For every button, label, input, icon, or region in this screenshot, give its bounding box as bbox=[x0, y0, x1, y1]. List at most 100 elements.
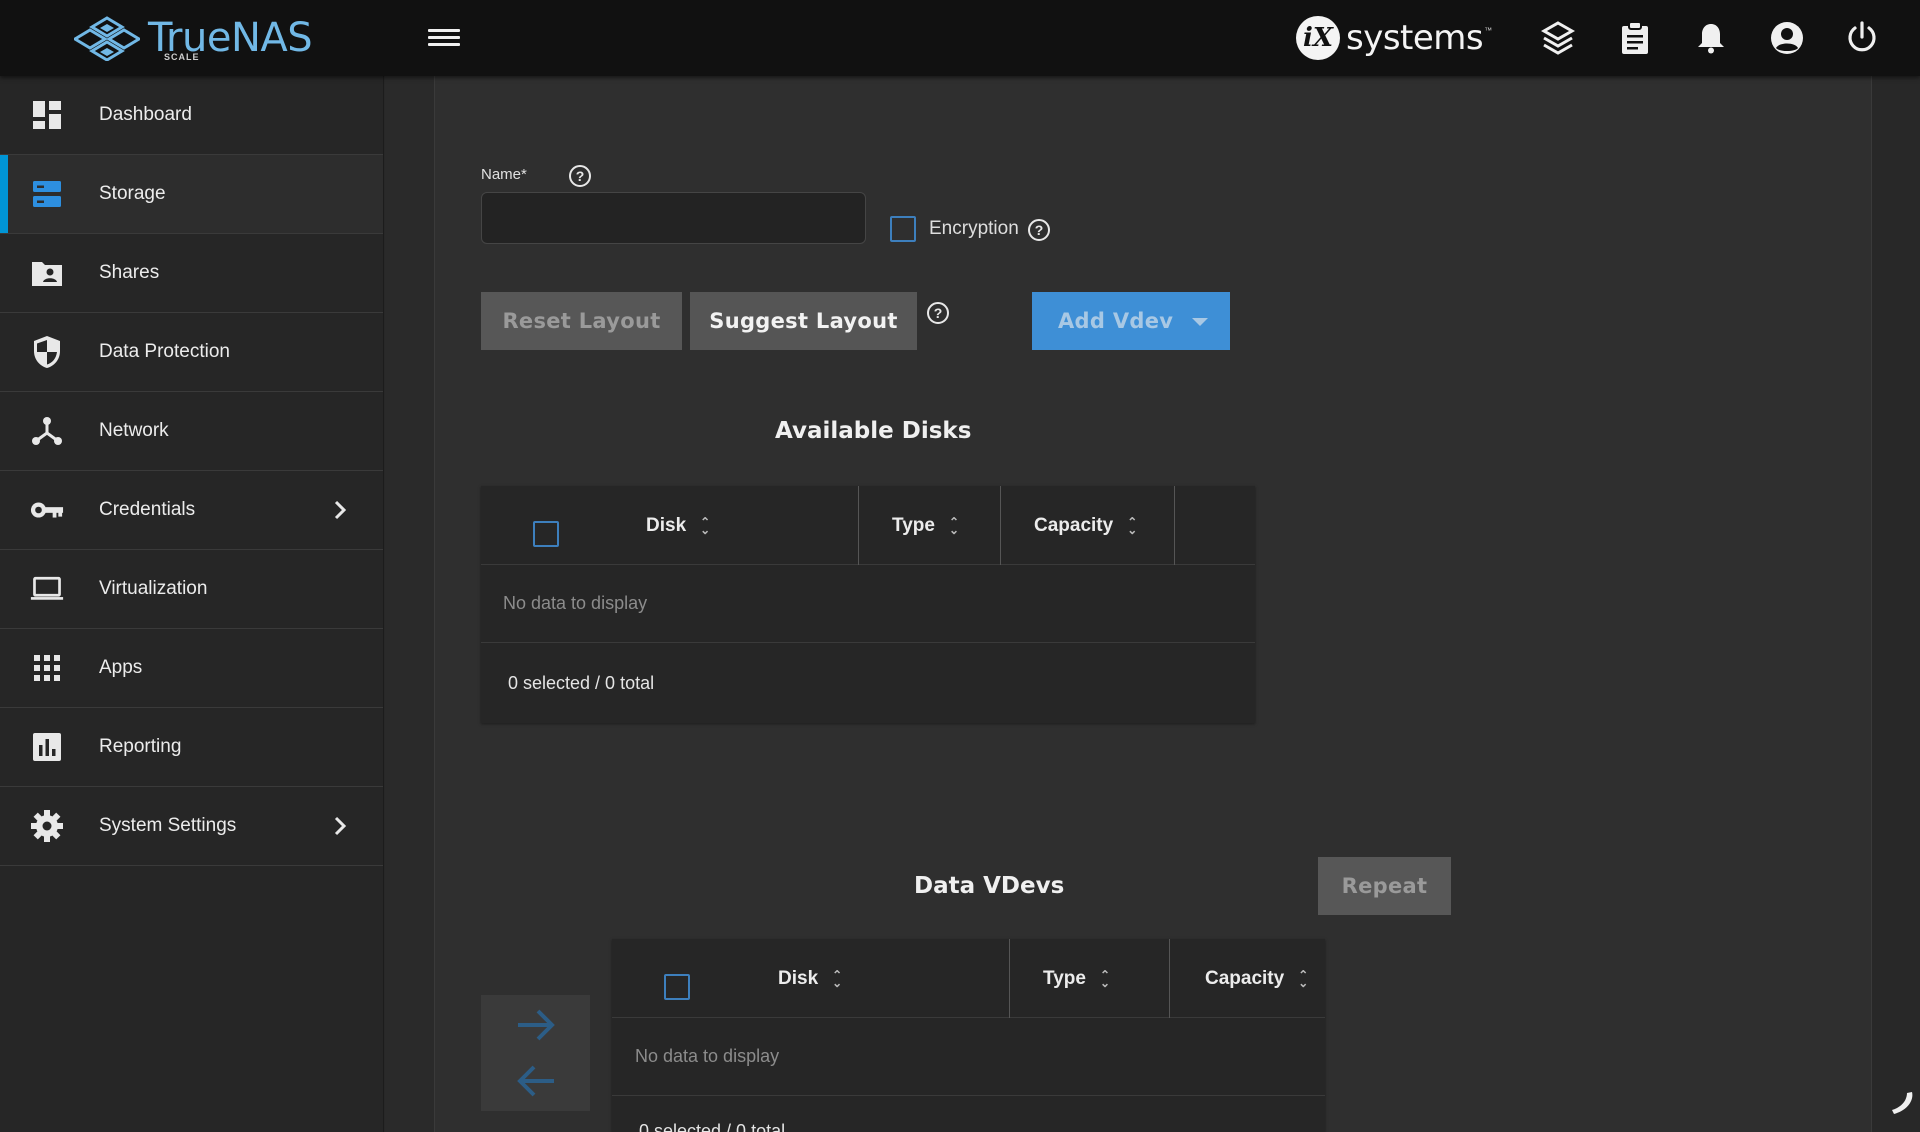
phone-icon[interactable] bbox=[1890, 1090, 1916, 1116]
available-disks-table: Disk ⌃ ⌄ Type ⌃ ⌄ Capacity ⌃ ⌄ No data to d… bbox=[481, 486, 1255, 723]
chevron-right-icon bbox=[334, 500, 347, 520]
dashboard-icon bbox=[30, 98, 64, 132]
sidebar-item-apps[interactable]: Apps bbox=[0, 629, 383, 708]
sidebar-item-label: Credentials bbox=[99, 499, 196, 520]
sidebar-item-label: Network bbox=[99, 420, 169, 441]
truenas-mark-icon bbox=[74, 16, 140, 61]
sidebar-item-label: Shares bbox=[99, 262, 160, 283]
sidebar-item-label: System Settings bbox=[99, 815, 237, 836]
sort-icon: ⌃ ⌄ bbox=[832, 967, 843, 990]
help-icon[interactable]: ? bbox=[927, 302, 949, 324]
ix-badge: iX bbox=[1296, 16, 1340, 60]
sidebar: Dashboard Storage Shares Data Protection… bbox=[0, 76, 384, 1132]
repeat-button[interactable]: Repeat bbox=[1318, 857, 1451, 915]
arrow-right-icon[interactable] bbox=[514, 1005, 558, 1045]
data-vdevs-title: Data VDevs bbox=[914, 873, 1065, 899]
column-label: Capacity bbox=[1205, 967, 1285, 989]
sort-icon: ⌃ ⌄ bbox=[1127, 514, 1138, 537]
sidebar-item-label: Data Protection bbox=[99, 341, 230, 362]
encryption-checkbox[interactable] bbox=[890, 216, 916, 242]
sort-icon: ⌃ ⌄ bbox=[700, 514, 711, 537]
account-icon[interactable] bbox=[1768, 19, 1806, 57]
logo-edition: SCALE bbox=[164, 52, 200, 62]
apps-grid-icon bbox=[30, 651, 64, 685]
help-icon[interactable]: ? bbox=[1028, 219, 1050, 241]
column-label: Capacity bbox=[1034, 514, 1114, 536]
shares-icon bbox=[30, 256, 64, 290]
move-disks-control bbox=[481, 995, 590, 1111]
top-bar: TrueNAS SCALE iX systems ™ bbox=[0, 0, 1920, 76]
right-rail bbox=[1873, 76, 1920, 1132]
bell-icon[interactable] bbox=[1692, 19, 1730, 57]
clipboard-icon[interactable] bbox=[1616, 19, 1654, 57]
gear-icon bbox=[30, 809, 64, 843]
empty-message: No data to display bbox=[635, 1046, 780, 1066]
select-all-checkbox[interactable] bbox=[533, 521, 559, 547]
ixsystems-logo[interactable]: iX systems ™ bbox=[1296, 14, 1492, 62]
selection-count: 0 selected / 0 total bbox=[639, 1121, 786, 1132]
chevron-right-icon bbox=[334, 816, 347, 836]
column-label: Disk bbox=[778, 967, 819, 989]
empty-row: No data to display bbox=[612, 1018, 1325, 1096]
sidebar-item-shares[interactable]: Shares bbox=[0, 234, 383, 313]
sidebar-item-storage[interactable]: Storage bbox=[0, 155, 383, 234]
key-icon bbox=[30, 493, 64, 527]
encryption-label: Encryption bbox=[929, 218, 1019, 239]
select-all-checkbox[interactable] bbox=[664, 974, 690, 1000]
sidebar-item-label: Dashboard bbox=[99, 104, 192, 125]
selection-count: 0 selected / 0 total bbox=[508, 672, 655, 693]
sidebar-item-data-protection[interactable]: Data Protection bbox=[0, 313, 383, 392]
arrow-left-icon[interactable] bbox=[514, 1061, 558, 1101]
sort-icon: ⌃ ⌄ bbox=[1298, 967, 1309, 990]
ix-text: systems bbox=[1346, 18, 1484, 58]
suggest-layout-button[interactable]: Suggest Layout bbox=[690, 292, 917, 350]
ix-trademark: ™ bbox=[1484, 25, 1493, 35]
sidebar-item-label: Reporting bbox=[99, 736, 182, 757]
sidebar-item-label: Storage bbox=[99, 183, 166, 204]
column-header-type[interactable]: Type ⌃ ⌄ bbox=[892, 486, 959, 565]
sort-icon: ⌃ ⌄ bbox=[948, 514, 959, 537]
hamburger-icon[interactable] bbox=[428, 25, 460, 51]
add-vdev-label: Add Vdev bbox=[1058, 309, 1174, 333]
reset-layout-button[interactable]: Reset Layout bbox=[481, 292, 682, 350]
data-vdevs-table: Disk ⌃ ⌄ Type ⌃ ⌄ Capacity ⌃ ⌄ No data to d… bbox=[612, 939, 1325, 1132]
laptop-icon bbox=[30, 572, 64, 606]
column-label: Type bbox=[892, 514, 935, 536]
available-disks-title: Available Disks bbox=[775, 418, 972, 444]
content-gutter bbox=[385, 76, 435, 1132]
empty-message: No data to display bbox=[503, 593, 648, 613]
name-label: Name* bbox=[481, 166, 527, 183]
column-header-capacity[interactable]: Capacity ⌃ ⌄ bbox=[1034, 486, 1137, 565]
table-footer: 0 selected / 0 total bbox=[612, 1097, 1325, 1132]
name-input[interactable] bbox=[481, 192, 866, 244]
table-footer: 0 selected / 0 total bbox=[481, 644, 1255, 722]
shield-icon bbox=[30, 335, 64, 369]
sidebar-item-system-settings[interactable]: System Settings bbox=[0, 787, 383, 866]
bar-chart-icon bbox=[30, 730, 64, 764]
column-header-type[interactable]: Type ⌃ ⌄ bbox=[1043, 939, 1110, 1018]
column-header-disk[interactable]: Disk ⌃ ⌄ bbox=[646, 486, 710, 565]
sidebar-item-dashboard[interactable]: Dashboard bbox=[0, 76, 383, 155]
network-icon bbox=[30, 414, 64, 448]
sidebar-item-label: Apps bbox=[99, 657, 143, 678]
table-header: Disk ⌃ ⌄ Type ⌃ ⌄ Capacity ⌃ ⌄ bbox=[612, 939, 1325, 1018]
sidebar-item-credentials[interactable]: Credentials bbox=[0, 471, 383, 550]
empty-row: No data to display bbox=[481, 565, 1255, 643]
sidebar-item-virtualization[interactable]: Virtualization bbox=[0, 550, 383, 629]
truenas-logo[interactable]: TrueNAS SCALE bbox=[74, 8, 313, 68]
table-header: Disk ⌃ ⌄ Type ⌃ ⌄ Capacity ⌃ ⌄ bbox=[481, 486, 1255, 565]
power-icon[interactable] bbox=[1843, 19, 1881, 57]
help-icon[interactable]: ? bbox=[569, 165, 591, 187]
column-label: Type bbox=[1043, 967, 1086, 989]
column-header-disk[interactable]: Disk ⌃ ⌄ bbox=[778, 939, 842, 1018]
add-vdev-button[interactable]: Add Vdev bbox=[1032, 292, 1230, 350]
sidebar-item-reporting[interactable]: Reporting bbox=[0, 708, 383, 787]
truecommand-icon[interactable] bbox=[1539, 19, 1577, 57]
column-header-capacity[interactable]: Capacity ⌃ ⌄ bbox=[1205, 939, 1308, 1018]
column-label: Disk bbox=[646, 514, 687, 536]
caret-down-icon bbox=[1192, 318, 1208, 326]
storage-icon bbox=[30, 177, 64, 211]
sidebar-item-label: Virtualization bbox=[99, 578, 208, 599]
sort-icon: ⌃ ⌄ bbox=[1099, 967, 1110, 990]
sidebar-item-network[interactable]: Network bbox=[0, 392, 383, 471]
